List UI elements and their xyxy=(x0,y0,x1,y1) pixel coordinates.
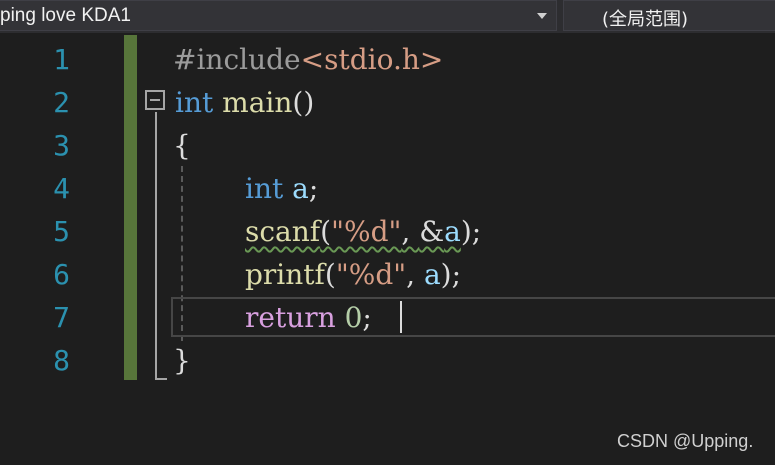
type-keyword: int xyxy=(175,86,214,119)
return-keyword: return xyxy=(245,301,336,334)
format-string: "%d" xyxy=(335,258,407,291)
member-scope-label: (全局范围) xyxy=(602,9,689,30)
line-number: 6 xyxy=(53,258,70,291)
open-paren: ( xyxy=(324,258,336,291)
parentheses: () xyxy=(292,86,315,119)
minus-icon xyxy=(150,99,160,101)
member-scope-dropdown[interactable]: (全局范围) xyxy=(563,0,775,31)
code-editor[interactable]: 1 2 3 4 5 6 7 8 #include<stdio.h> int ma… xyxy=(0,33,775,465)
function-call: printf xyxy=(245,258,325,291)
code-line-7: return 0; xyxy=(245,296,372,339)
close-paren-semicolon: ); xyxy=(440,258,462,291)
variable: a xyxy=(444,215,461,248)
number-literal: 0 xyxy=(344,301,363,334)
line-number: 8 xyxy=(53,344,70,377)
code-line-1: #include<stdio.h> xyxy=(173,38,443,81)
outline-line xyxy=(155,112,157,380)
line-number-gutter: 1 2 3 4 5 6 7 8 xyxy=(0,33,100,465)
semicolon: ; xyxy=(362,301,372,334)
watermark: CSDN @Upping. xyxy=(617,431,754,451)
variable: a xyxy=(423,258,441,291)
line-number: 7 xyxy=(53,301,70,334)
change-tracking-bar xyxy=(124,35,137,380)
type-keyword: int xyxy=(245,172,284,205)
line-number: 3 xyxy=(53,129,70,162)
line-number: 1 xyxy=(53,43,70,76)
project-scope-label: ping love KDA1 xyxy=(0,5,131,26)
code-line-3: { xyxy=(173,124,191,167)
line-number: 2 xyxy=(53,86,70,119)
outline-line-end xyxy=(155,378,167,380)
text-caret xyxy=(400,301,402,333)
open-brace: { xyxy=(173,129,191,162)
code-line-2: int main() xyxy=(175,81,314,124)
include-header: <stdio.h> xyxy=(300,43,444,76)
comma: , xyxy=(401,215,420,248)
variable: a xyxy=(292,172,309,205)
code-line-5: scanf("%d", &a); xyxy=(245,210,481,253)
semicolon: ; xyxy=(308,172,319,205)
code-line-8: } xyxy=(173,339,191,382)
code-line-4: int a; xyxy=(245,167,318,210)
code-line-6: printf("%d", a); xyxy=(245,253,461,296)
comma: , xyxy=(406,258,424,291)
navigation-bar: ping love KDA1 (全局范围) xyxy=(0,0,775,33)
close-brace: } xyxy=(173,344,191,377)
close-paren-semicolon: ); xyxy=(460,215,482,248)
line-number: 5 xyxy=(53,215,70,248)
preprocessor-directive: #include xyxy=(173,43,301,76)
function-call: scanf xyxy=(245,215,321,248)
line-number: 4 xyxy=(53,172,70,205)
chevron-down-icon[interactable] xyxy=(537,13,547,19)
function-name: main xyxy=(222,86,293,119)
format-string: "%d" xyxy=(331,215,402,248)
open-paren: ( xyxy=(320,215,332,248)
address-operator: & xyxy=(419,215,445,248)
collapse-toggle[interactable] xyxy=(145,90,165,110)
project-scope-dropdown[interactable]: ping love KDA1 xyxy=(0,0,557,31)
